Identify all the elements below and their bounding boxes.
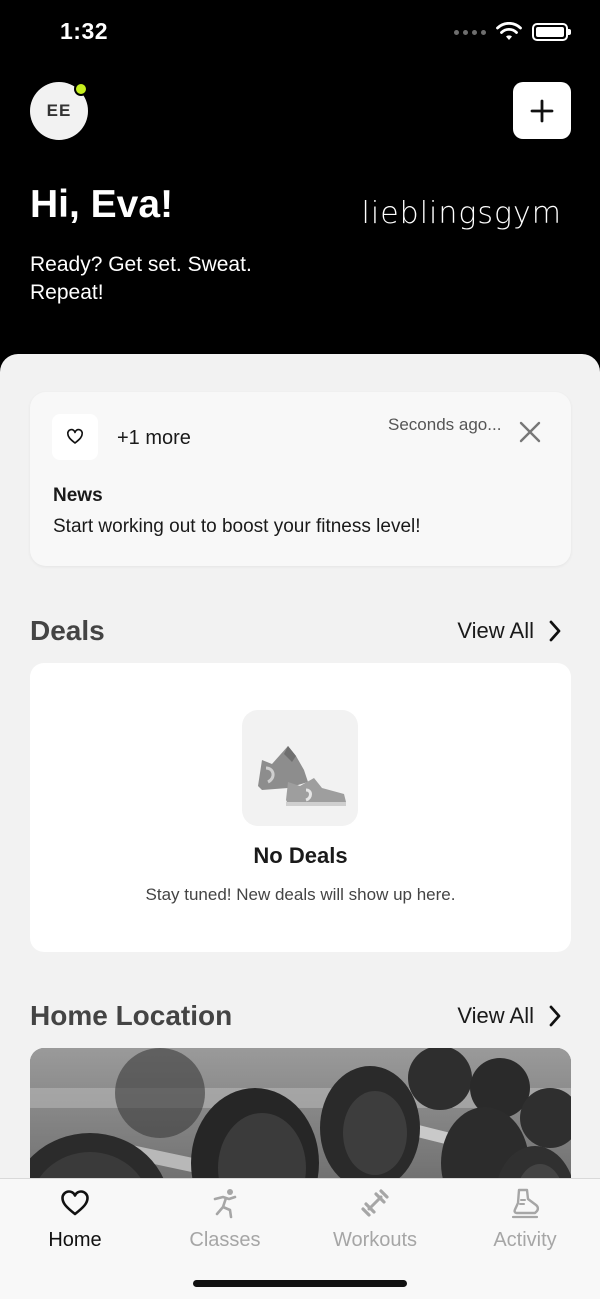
add-button[interactable] bbox=[513, 82, 571, 139]
avatar[interactable]: EE bbox=[30, 82, 88, 140]
home-indicator[interactable] bbox=[193, 1280, 407, 1287]
news-card[interactable]: +1 more Seconds ago... News Start workin… bbox=[30, 392, 571, 566]
tab-workouts[interactable]: Workouts bbox=[300, 1187, 450, 1252]
deals-empty-text: Stay tuned! New deals will show up here. bbox=[145, 885, 456, 904]
home-location-title: Home Location bbox=[30, 1000, 233, 1031]
news-more-count[interactable]: +1 more bbox=[117, 427, 191, 450]
signal-dots-icon bbox=[454, 29, 486, 35]
status-icons bbox=[454, 22, 571, 42]
chevron-right-icon bbox=[549, 1005, 561, 1027]
deals-card: No Deals Stay tuned! New deals will show… bbox=[30, 663, 571, 952]
online-status-dot bbox=[74, 82, 88, 96]
heart-icon bbox=[61, 1190, 89, 1216]
news-timestamp: Seconds ago... bbox=[388, 415, 502, 434]
battery-icon bbox=[532, 23, 571, 41]
news-title: News bbox=[53, 485, 103, 506]
deals-view-all-link[interactable]: View All bbox=[457, 618, 562, 644]
view-all-label: View All bbox=[457, 1003, 534, 1028]
greeting: Hi, Eva! bbox=[30, 183, 174, 226]
tab-classes[interactable]: Classes bbox=[150, 1187, 300, 1252]
content-sheet: +1 more Seconds ago... News Start workin… bbox=[0, 354, 600, 1299]
tab-label: Classes bbox=[189, 1229, 261, 1251]
tagline: Ready? Get set. Sweat. Repeat! bbox=[30, 253, 252, 304]
deals-empty-title: No Deals bbox=[253, 843, 348, 868]
sneakers-icon bbox=[258, 746, 346, 806]
close-icon[interactable] bbox=[518, 420, 542, 444]
deals-illustration bbox=[242, 710, 358, 826]
shoe-icon bbox=[511, 1188, 540, 1219]
dumbbell-icon bbox=[361, 1189, 389, 1217]
home-location-view-all-link[interactable]: View All bbox=[457, 1003, 562, 1029]
plus-icon bbox=[530, 99, 554, 122]
tab-bar: Home Classes Workouts Activity bbox=[0, 1178, 600, 1299]
news-text: Start working out to boost your fitness … bbox=[53, 516, 421, 537]
avatar-initials: EE bbox=[46, 101, 72, 120]
news-icon-box bbox=[52, 414, 98, 460]
tab-label: Activity bbox=[493, 1229, 557, 1251]
tab-label: Workouts bbox=[332, 1229, 418, 1251]
tab-label: Home bbox=[48, 1229, 102, 1251]
status-time: 1:32 bbox=[60, 18, 109, 44]
tab-activity[interactable]: Activity bbox=[450, 1187, 600, 1252]
brand-logo: lieblingsgym bbox=[361, 196, 562, 231]
deals-title: Deals bbox=[30, 615, 105, 646]
tab-home[interactable]: Home bbox=[0, 1187, 150, 1252]
chevron-right-icon bbox=[549, 620, 561, 642]
wifi-icon bbox=[496, 22, 522, 40]
view-all-label: View All bbox=[457, 618, 534, 643]
runner-icon bbox=[213, 1189, 237, 1219]
status-bar: 1:32 bbox=[0, 0, 600, 66]
heart-icon bbox=[67, 428, 83, 444]
